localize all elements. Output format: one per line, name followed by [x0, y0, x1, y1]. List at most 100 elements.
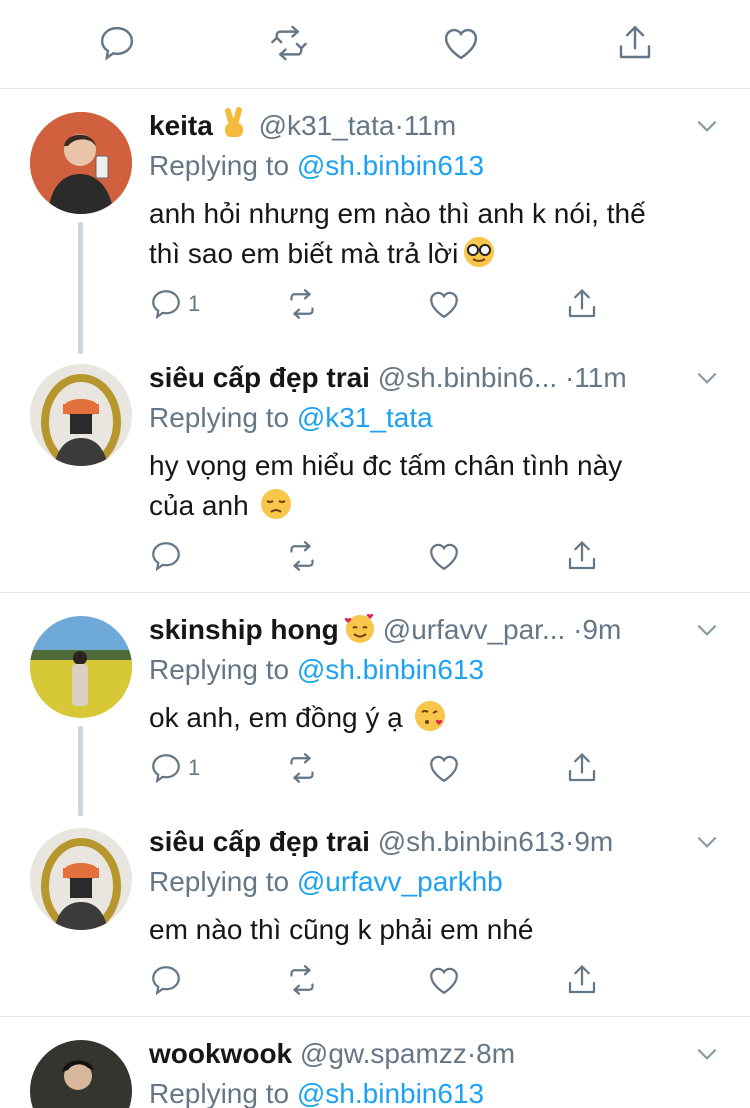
reply-button[interactable]: [148, 960, 188, 1000]
tweet-text-line: ok anh, em đồng ý ạ: [149, 698, 709, 738]
tweet-thread-page: keita @k31_tata·11m Replying to @sh.binb…: [0, 0, 750, 1108]
retweet-button[interactable]: [284, 536, 320, 576]
reply-icon: [152, 290, 180, 320]
retweet-icon: [290, 289, 314, 319]
retweet-icon[interactable]: [268, 22, 310, 64]
reply-button[interactable]: 1: [148, 284, 200, 324]
replying-to-line: Replying to @sh.binbin613: [149, 1074, 484, 1108]
replying-to-label: Replying to: [149, 402, 290, 433]
tweet-text-line: hy vọng em hiểu đc tấm chân tình này: [149, 450, 623, 481]
reply-icon: [152, 754, 180, 784]
thread-line: [78, 726, 83, 816]
timestamp: 11m: [574, 362, 627, 393]
timestamp: 9m: [582, 614, 622, 645]
timestamp: 8m: [476, 1038, 516, 1069]
chevron-down-icon[interactable]: [694, 617, 720, 643]
retweet-button[interactable]: [284, 284, 320, 324]
timestamp: 11m: [403, 110, 457, 141]
tweet-header: wookwook @gw.spamzz·8m: [149, 1034, 660, 1074]
user-handle[interactable]: @k31_tata: [259, 110, 395, 141]
tweet-header: keita @k31_tata·11m: [149, 106, 660, 146]
separator-dot: ·: [564, 826, 575, 857]
share-button[interactable]: [564, 748, 600, 788]
user-handle[interactable]: @sh.binbin6...: [378, 362, 557, 393]
reply-count: 1: [188, 755, 201, 780]
share-icon: [568, 289, 596, 318]
replying-to-label: Replying to: [149, 1078, 290, 1108]
display-name[interactable]: keita: [149, 110, 213, 141]
replying-to-link[interactable]: @sh.binbin613: [297, 1078, 484, 1108]
share-icon[interactable]: [614, 22, 656, 64]
separator-dot: ·: [466, 1038, 477, 1069]
avatar[interactable]: [30, 1040, 132, 1108]
tweet-actions: 1: [148, 284, 628, 324]
tweet-text: em nào thì cũng k phải em nhé: [149, 910, 709, 950]
smiling-face-with-hearts-emoji: [343, 611, 377, 645]
replying-to-link[interactable]: @sh.binbin613: [297, 654, 484, 685]
replying-to-line: Replying to @sh.binbin613: [149, 650, 484, 690]
share-button[interactable]: [564, 284, 600, 324]
share-icon: [568, 753, 596, 782]
retweet-icon: [290, 541, 314, 571]
reply-button[interactable]: 1: [148, 748, 200, 788]
user-handle[interactable]: @sh.binbin613: [378, 826, 565, 857]
chevron-down-icon[interactable]: [694, 365, 720, 391]
tweet-text: ok anh, em đồng ý ạ: [149, 698, 709, 738]
retweet-button[interactable]: [284, 748, 320, 788]
retweet-button[interactable]: [284, 960, 320, 1000]
face-blowing-kiss-emoji: [413, 699, 447, 733]
disappointed-face-emoji: [259, 487, 293, 521]
main-tweet-actions: [0, 0, 750, 89]
tweet-actions: [148, 536, 628, 576]
like-button[interactable]: [426, 536, 462, 576]
reply-icon[interactable]: [96, 22, 138, 64]
like-button[interactable]: [426, 960, 462, 1000]
share-button[interactable]: [564, 536, 600, 576]
retweet-icon: [290, 965, 314, 995]
replying-to-link[interactable]: @sh.binbin613: [297, 150, 484, 181]
user-handle[interactable]: @gw.spamzz: [300, 1038, 467, 1069]
chevron-down-icon[interactable]: [694, 1041, 720, 1067]
replying-to-label: Replying to: [149, 150, 290, 181]
chevron-down-icon[interactable]: [694, 113, 720, 139]
replying-to-line: Replying to @urfavv_parkhb: [149, 862, 503, 902]
like-icon: [430, 755, 458, 783]
display-name[interactable]: wookwook: [149, 1038, 292, 1069]
replying-to-label: Replying to: [149, 654, 290, 685]
like-icon: [430, 967, 458, 995]
divider: [0, 592, 750, 593]
separator-dot: ·: [573, 614, 583, 645]
display-name[interactable]: skinship hong: [149, 614, 339, 645]
avatar[interactable]: [30, 112, 132, 214]
tweet-actions: 1: [148, 748, 628, 788]
tweet-text-line: của anh: [149, 486, 709, 526]
share-icon: [568, 965, 596, 994]
share-icon: [568, 541, 596, 570]
replying-to-label: Replying to: [149, 866, 290, 897]
thread-line: [78, 222, 83, 354]
display-name[interactable]: siêu cấp đẹp trai: [149, 362, 370, 393]
like-button[interactable]: [426, 748, 462, 788]
like-button[interactable]: [426, 284, 462, 324]
user-handle[interactable]: @urfavv_par...: [383, 614, 566, 645]
avatar[interactable]: [30, 828, 132, 930]
share-button[interactable]: [564, 960, 600, 1000]
avatar[interactable]: [30, 616, 132, 718]
separator-dot: ·: [394, 110, 404, 141]
nerd-face-emoji: [462, 235, 496, 269]
replying-to-link[interactable]: @urfavv_parkhb: [297, 866, 503, 897]
like-icon: [430, 291, 458, 319]
reply-icon: [152, 966, 180, 996]
reply-icon: [152, 542, 180, 572]
display-name[interactable]: siêu cấp đẹp trai: [149, 826, 370, 857]
replying-to-link[interactable]: @k31_tata: [297, 402, 433, 433]
tweet-text-line: anh hỏi nhưng em nào thì anh k nói, thế: [149, 198, 646, 229]
like-icon[interactable]: [440, 22, 482, 64]
timestamp: 9m: [574, 826, 614, 857]
chevron-down-icon[interactable]: [694, 829, 720, 855]
divider: [0, 1016, 750, 1017]
reply-button[interactable]: [148, 536, 188, 576]
avatar[interactable]: [30, 364, 132, 466]
reply-count: 1: [188, 291, 201, 316]
victory-hand-emoji: [217, 107, 251, 141]
